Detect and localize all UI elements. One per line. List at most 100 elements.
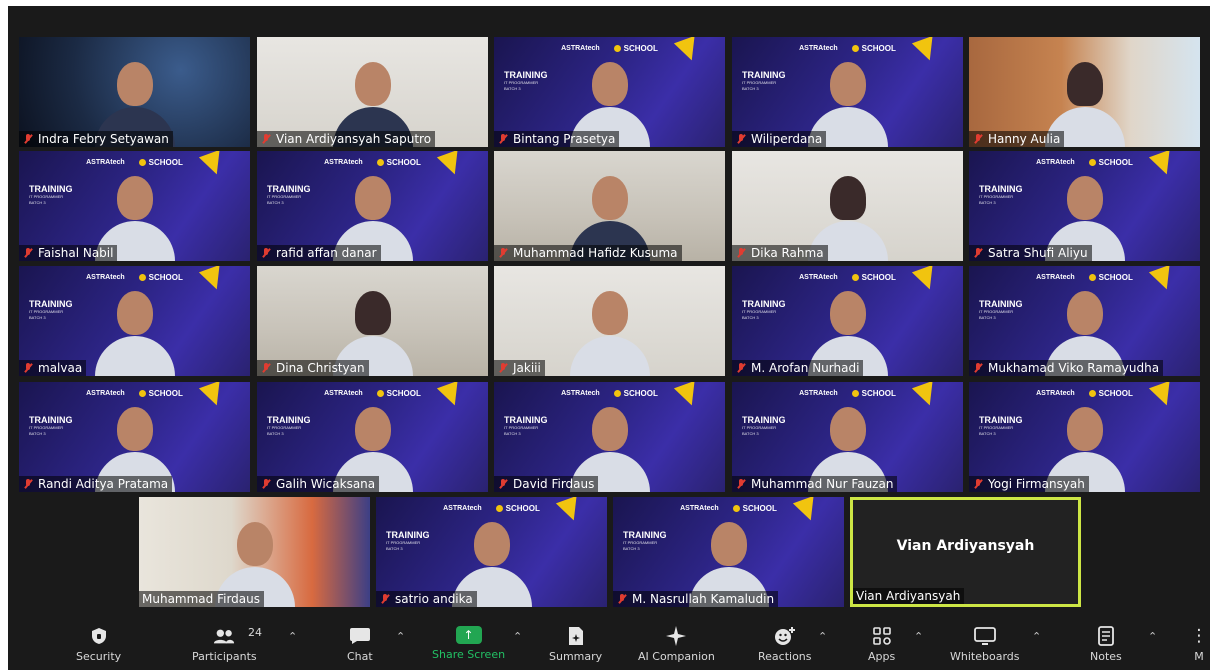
participant-video [94, 281, 175, 376]
video-tile[interactable]: Dika Rahma [732, 151, 963, 261]
share-screen-button[interactable]: ↑ Share Screen [432, 626, 505, 661]
muted-mic-icon [972, 247, 984, 259]
participant-name-tag: Hanny Aulia [969, 131, 1065, 147]
muted-mic-icon [497, 478, 509, 490]
share-arrow-icon: ↑ [455, 626, 482, 644]
muted-mic-icon [497, 133, 509, 145]
video-tile[interactable]: Muhammad Firdaus [139, 497, 370, 607]
participant-video [569, 281, 650, 376]
banner-triangle [555, 497, 585, 525]
video-tile-active-speaker[interactable]: Vian Ardiyansyah Vian Ardiyansyah [850, 497, 1081, 607]
muted-mic-icon [260, 133, 272, 145]
video-tile[interactable]: Jakiii [494, 266, 725, 376]
whiteboards-button[interactable]: Whiteboards [950, 626, 1019, 663]
summary-button[interactable]: Summary [549, 626, 602, 663]
chat-button[interactable]: Chat [347, 626, 373, 663]
reactions-caret-icon[interactable]: ⌃ [818, 630, 827, 643]
video-tile[interactable]: ASTRAtech SCHOOL TRAINING IT PROGRAMMER BAT… [732, 382, 963, 492]
virtual-background-text: TRAINING IT PROGRAMMER BATCH 3 [29, 415, 73, 437]
meeting-window: Indra Febry Setyawan Vian Ardiyansyah Sa… [8, 6, 1210, 670]
muted-mic-icon [616, 593, 628, 605]
video-tile[interactable]: ASTRAtech SCHOOL TRAINING IT PROGRAMMER BAT… [19, 151, 250, 261]
reactions-button[interactable]: Reactions [758, 626, 812, 663]
participant-name-tag: Yogi Firmansyah [969, 476, 1089, 492]
participant-name-tag: Galih Wicaksana [257, 476, 380, 492]
video-tile[interactable]: ASTRAtech SCHOOL TRAINING IT PROGRAMMER BAT… [969, 151, 1200, 261]
video-tile[interactable]: ASTRAtech SCHOOL TRAINING IT PROGRAMMER BAT… [732, 37, 963, 147]
muted-mic-icon [735, 478, 747, 490]
notes-caret-icon[interactable]: ⌃ [1148, 630, 1157, 643]
participants-count: 24 [248, 626, 262, 639]
video-tile[interactable]: ASTRAtech SCHOOL TRAINING IT PROGRAMMER BAT… [732, 266, 963, 376]
muted-mic-icon [260, 478, 272, 490]
chat-caret-icon[interactable]: ⌃ [396, 630, 405, 643]
participant-name: Dina Christyan [276, 361, 365, 375]
virtual-background-text: TRAINING IT PROGRAMMER BATCH 3 [742, 70, 786, 92]
participant-name-tag: Mukhamad Viko Ramayudha [969, 360, 1164, 376]
banner-triangle [198, 382, 228, 410]
video-tile[interactable]: Hanny Aulia [969, 37, 1200, 147]
muted-mic-icon [735, 362, 747, 374]
chat-label: Chat [347, 650, 373, 663]
more-dots-icon: ⋮ [1190, 626, 1208, 646]
participant-name: Randi Aditya Pratama [38, 477, 169, 491]
participants-caret-icon[interactable]: ⌃ [288, 630, 297, 643]
participant-name: Mukhamad Viko Ramayudha [988, 361, 1160, 375]
banner-triangle [1148, 382, 1178, 410]
muted-mic-icon [260, 247, 272, 259]
video-tile[interactable]: Indra Febry Setyawan [19, 37, 250, 147]
video-tile[interactable]: ASTRAtech SCHOOL TRAINING IT PROGRAMMER BAT… [969, 382, 1200, 492]
notes-icon [1095, 626, 1117, 646]
virtual-background-text: TRAINING IT PROGRAMMER BATCH 3 [742, 415, 786, 437]
participants-button[interactable]: Participants [192, 626, 257, 663]
ai-companion-button[interactable]: AI Companion [638, 626, 715, 663]
security-button[interactable]: Security [76, 626, 121, 663]
banner-triangle [436, 151, 466, 179]
video-tile[interactable]: ASTRAtech SCHOOL TRAINING IT PROGRAMMER BAT… [613, 497, 844, 607]
participant-name-tag: Indra Febry Setyawan [19, 131, 173, 147]
video-tile[interactable]: ASTRAtech SCHOOL TRAINING IT PROGRAMMER BAT… [257, 382, 488, 492]
apps-grid-icon [871, 626, 893, 646]
notes-button[interactable]: Notes [1090, 626, 1122, 663]
video-tile[interactable]: ASTRAtech SCHOOL TRAINING IT PROGRAMMER BAT… [19, 382, 250, 492]
video-tile[interactable]: ASTRAtech SCHOOL TRAINING IT PROGRAMMER BAT… [969, 266, 1200, 376]
muted-mic-icon [972, 133, 984, 145]
video-tile[interactable]: ASTRAtech SCHOOL TRAINING IT PROGRAMMER BAT… [494, 382, 725, 492]
whiteboards-caret-icon[interactable]: ⌃ [1032, 630, 1041, 643]
muted-mic-icon [22, 362, 34, 374]
banner-triangle [792, 497, 822, 525]
whiteboard-icon [973, 626, 996, 646]
speech-bubble-icon [349, 626, 371, 646]
video-tile[interactable]: Vian Ardiyansyah Saputro [257, 37, 488, 147]
participant-name-tag: M. Nasrullah Kamaludin [613, 591, 779, 607]
muted-mic-icon [379, 593, 391, 605]
participant-name: Indra Febry Setyawan [38, 132, 169, 146]
participant-name: satrio andika [395, 592, 473, 606]
participant-name: David Firdaus [513, 477, 595, 491]
more-button[interactable]: ⋮ M [1190, 626, 1208, 663]
video-tile[interactable]: ASTRAtech SCHOOL TRAINING IT PROGRAMMER BAT… [19, 266, 250, 376]
meeting-toolbar: Security Participants 24 ⌃ Chat ⌃ ↑ Shar… [8, 618, 1210, 670]
banner-triangle [198, 151, 228, 179]
share-caret-icon[interactable]: ⌃ [513, 630, 522, 643]
shield-icon [88, 626, 110, 646]
whiteboards-label: Whiteboards [950, 650, 1020, 663]
participant-name-tag: Bintang Prasetya [494, 131, 620, 147]
summary-label: Summary [549, 650, 603, 663]
video-tile[interactable]: ASTRAtech SCHOOL TRAINING IT PROGRAMMER BAT… [257, 151, 488, 261]
video-tile[interactable]: ASTRAtech SCHOOL TRAINING IT PROGRAMMER BAT… [494, 37, 725, 147]
video-tile[interactable]: ASTRAtech SCHOOL TRAINING IT PROGRAMMER BAT… [376, 497, 607, 607]
virtual-background-text: TRAINING IT PROGRAMMER BATCH 3 [979, 299, 1023, 321]
apps-caret-icon[interactable]: ⌃ [914, 630, 923, 643]
participant-name: Bintang Prasetya [513, 132, 616, 146]
virtual-background-text: TRAINING IT PROGRAMMER BATCH 3 [623, 530, 667, 552]
video-tile[interactable]: Dina Christyan [257, 266, 488, 376]
sparkle-icon [665, 626, 687, 646]
apps-button[interactable]: Apps [868, 626, 895, 663]
participant-name-tag: Vian Ardiyansyah Saputro [257, 131, 436, 147]
muted-mic-icon [735, 133, 747, 145]
participant-name: Faishal Nabil [38, 246, 114, 260]
video-tile[interactable]: Muhammad Hafidz Kusuma [494, 151, 725, 261]
virtual-background-text: TRAINING IT PROGRAMMER BATCH 3 [979, 184, 1023, 206]
participant-name: Wiliperdana [751, 132, 823, 146]
